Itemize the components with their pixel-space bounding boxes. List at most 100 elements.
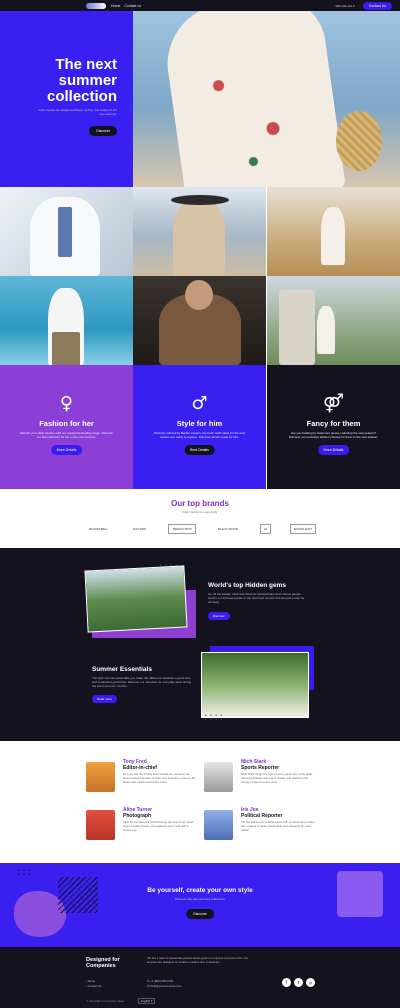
brand-logo[interactable]: TRENDY BOX	[168, 524, 196, 534]
figure-shape	[317, 306, 335, 354]
brands-subtitle: Daily trends for everybody	[182, 510, 218, 514]
feature-image-summer-essentials[interactable]	[201, 652, 309, 718]
category-text: Refresh your daily rotation with our new…	[19, 431, 114, 439]
brand-logo[interactable]: MOONLIGHT	[289, 524, 316, 534]
contact-button[interactable]: Contact Us	[362, 1, 392, 10]
page: Home Contact us Who We Are ▾ Contact Us …	[0, 0, 400, 1008]
hero-panel: The next summer collection Color trends …	[0, 11, 133, 187]
figure-shape	[171, 195, 229, 205]
member-bio: Iris Joe follows the political scene wit…	[241, 820, 315, 832]
brand-logo-row: BLOOM BELL SAILTRIP TRENDY BOX BLACK WOO…	[86, 522, 316, 536]
member-role: Photograph	[123, 813, 152, 819]
feature-title: World's top Hidden gems	[208, 582, 286, 589]
twitter-icon[interactable]: t	[294, 978, 303, 987]
cta-title: Be yourself, create your own style	[147, 887, 253, 894]
category-text: Perfectly tailored by Barber experts, th…	[153, 431, 246, 439]
hero-title: The next summer collection	[46, 56, 117, 105]
figure-shape	[321, 207, 345, 265]
photo-man-jacket[interactable]	[133, 276, 266, 365]
footer-email[interactable]: ✉ hello@yourcompany.com	[147, 984, 182, 988]
footer-link-contact[interactable]: › Contact Us	[86, 984, 102, 988]
top-nav: Home Contact us Who We Are ▾ Contact Us	[0, 0, 400, 11]
photo-woman-stairs[interactable]	[267, 276, 400, 365]
brand-logo[interactable]	[86, 2, 106, 9]
hero-image	[133, 11, 400, 187]
figure-shape	[173, 199, 225, 276]
male-sign-icon: ♂	[191, 393, 208, 414]
language-select[interactable]: English ▾	[138, 998, 156, 1004]
footer: Designed for Companies We are a team of …	[0, 947, 400, 1008]
feature-text: Go off the beaten track and discover ext…	[208, 592, 305, 604]
team-member: Iris Joe Political Reporter Iris Joe fol…	[204, 807, 315, 847]
nav-select-label: Who We Are	[335, 3, 353, 8]
team-member: Tony Fred Editor-in-chief Tony Fred is t…	[86, 759, 196, 799]
more-details-button[interactable]: More Details	[50, 445, 83, 455]
avatar	[86, 810, 115, 840]
avatar	[86, 762, 115, 792]
brand-logo[interactable]: SAILTRIP	[130, 525, 149, 533]
member-bio: Tony Fred is the driving force behind th…	[123, 772, 196, 784]
figure-shape	[279, 290, 315, 365]
figure-shape	[52, 332, 80, 365]
facebook-icon[interactable]: f	[282, 978, 291, 987]
dot-pattern: • • • •• • • •	[205, 713, 224, 723]
hero-section: The next summer collection Color trends …	[0, 11, 400, 187]
category-title: Fashion for her	[39, 419, 94, 428]
photo-woman-field[interactable]	[267, 187, 400, 276]
more-details-button[interactable]: More Details	[317, 445, 350, 455]
nav-select[interactable]: Who We Are ▾	[336, 4, 355, 8]
brand-logo[interactable]: M	[260, 524, 271, 534]
footer-phone[interactable]: ✆ +1 (800) 555-0100	[147, 979, 173, 983]
best-details-button[interactable]: Best Details	[184, 445, 215, 455]
figure-shape	[185, 280, 213, 310]
avatar	[204, 810, 233, 840]
hero-subtitle: Color trends are always exciting in spri…	[38, 108, 117, 116]
brands-section: Our top brands Daily trends for everybod…	[0, 489, 400, 548]
category-title: Fancy for them	[306, 419, 361, 428]
member-role: Political Reporter	[241, 813, 283, 819]
category-text: Are you looking for statement pieces mat…	[288, 431, 379, 439]
member-bio: Aline Turner sees the world through her …	[123, 820, 194, 832]
footer-text: We are a team of passionate people whose…	[147, 956, 249, 964]
nav-link-contact[interactable]: Contact us	[124, 4, 141, 8]
features-section: • • • •• • • • World's top Hidden gems G…	[0, 548, 400, 741]
category-tile-him: ♂ Style for him Perfectly tailored by Ba…	[133, 365, 266, 489]
member-bio: Mich Stark brings the heat of every game…	[241, 772, 313, 784]
photo-woman-visor[interactable]	[133, 187, 266, 276]
gender-pair-icon: ⚤	[322, 393, 345, 414]
team-member: Aline Turner Photograph Aline Turner see…	[86, 807, 196, 847]
decorative-square	[337, 871, 383, 917]
female-sign-icon: ♀	[59, 393, 74, 414]
figure-shape	[58, 207, 72, 257]
member-role: Sports Reporter	[241, 765, 280, 771]
dot-pattern: • • • • • •	[18, 868, 32, 878]
phone-icon: ✆	[147, 979, 150, 983]
photo-man-watch[interactable]	[0, 187, 133, 276]
photo-man-beach[interactable]	[0, 276, 133, 365]
straw-basket-shape	[336, 111, 382, 171]
brands-title: Our top brands	[171, 499, 229, 508]
category-title: Style for him	[176, 419, 223, 428]
brand-logo[interactable]: BLOOM BELL	[86, 525, 111, 533]
instagram-icon[interactable]: ◎	[306, 978, 315, 987]
footer-link-home[interactable]: › Home	[86, 979, 95, 983]
mail-icon: ✉	[147, 984, 150, 988]
cta-band: • • • • • • Be yourself, create your own …	[0, 863, 400, 947]
floral-dress-shape	[159, 11, 347, 187]
feature-read-more-button[interactable]: Read more	[92, 695, 117, 703]
feature-image-hidden-gems[interactable]	[84, 565, 188, 633]
brand-logo[interactable]: BLACK WOOD	[215, 525, 241, 533]
chevron-down-icon: ▾	[353, 3, 355, 8]
cta-discover-button[interactable]: Discover	[186, 909, 214, 919]
footer-title: Designed for Companies	[86, 957, 120, 969]
feature-discover-button[interactable]: Discover	[208, 612, 230, 620]
member-role: Editor-in-chief	[123, 765, 157, 771]
category-tile-her: ♀ Fashion for her Refresh your daily rot…	[0, 365, 133, 489]
feature-title: Summer Essentials	[92, 666, 152, 673]
category-tile-them: ⚤ Fancy for them Are you looking for sta…	[267, 365, 400, 489]
category-tiles: ♀ Fashion for her Refresh your daily rot…	[0, 365, 400, 489]
nav-link-home[interactable]: Home	[111, 4, 120, 8]
hero-discover-button[interactable]: Discover	[89, 126, 117, 136]
feature-text: The light summer essentials you make the…	[92, 676, 192, 688]
cta-subtitle: Discover the new summer collections	[175, 897, 225, 901]
